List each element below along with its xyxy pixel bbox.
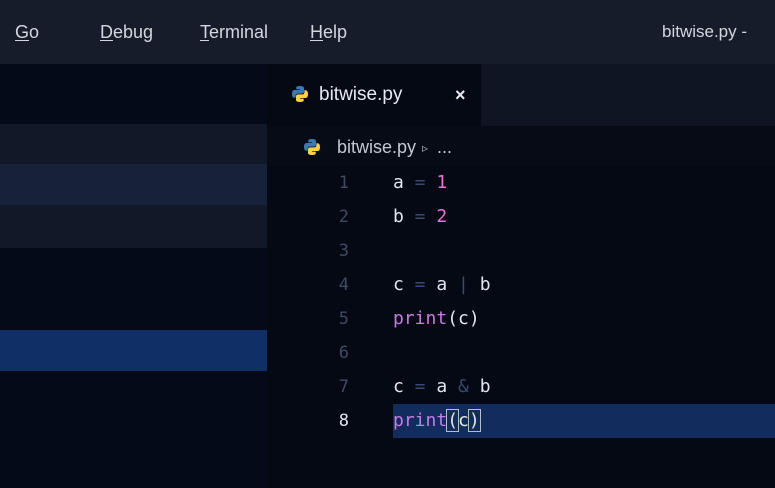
close-icon[interactable]: ×	[455, 83, 466, 107]
code-token: print	[393, 308, 448, 329]
code-line[interactable]: 8 print(c)	[267, 404, 775, 438]
code-token: c	[393, 274, 404, 295]
menu-terminal-mnemonic: T	[200, 22, 209, 42]
code-text: c = a & b	[393, 377, 491, 397]
code-line[interactable]: 2b = 2	[267, 200, 775, 234]
code-token: 2	[436, 206, 448, 227]
window-title: bitwise.py -	[662, 22, 748, 41]
code-token: 1	[436, 172, 448, 193]
line-number: 6	[338, 343, 349, 363]
code-token: print	[393, 410, 448, 431]
code-token: a	[436, 376, 448, 397]
code-line[interactable]: 5 print(c)	[267, 302, 775, 336]
code-text: print(c)	[393, 309, 480, 329]
breadcrumb: bitwise.py ▹ ...	[267, 126, 775, 166]
menu-bar: Go Debug Terminal Help bitwise.py -	[0, 0, 775, 64]
code-token: =	[403, 172, 437, 193]
sidebar-row[interactable]	[0, 124, 267, 164]
breadcrumb-file[interactable]: bitwise.py	[337, 136, 416, 158]
code-token: a	[436, 274, 448, 295]
sidebar-row-selected[interactable]	[0, 330, 267, 371]
code-token: =	[403, 206, 437, 227]
menu-terminal-label: erminal	[209, 22, 269, 42]
code-token: (	[446, 409, 460, 432]
menu-debug-mnemonic: D	[100, 22, 113, 42]
code-token: a	[393, 172, 404, 193]
menu-help-mnemonic: H	[310, 22, 323, 42]
code-text: print(c)	[393, 409, 481, 432]
code-token: b	[393, 206, 404, 227]
line-number: 3	[338, 241, 349, 261]
code-text: b = 2	[393, 207, 447, 227]
menu-help-label: elp	[323, 22, 348, 42]
code-line[interactable]: 1a = 1	[267, 166, 775, 200]
line-number: 4	[338, 275, 349, 295]
line-number: 5	[338, 309, 349, 329]
sidebar	[0, 64, 267, 488]
code-token: c	[393, 376, 404, 397]
code-token: =	[403, 376, 437, 397]
menu-help[interactable]: Help	[310, 21, 347, 43]
line-number: 8	[338, 411, 349, 431]
tab-bitwise-py[interactable]: bitwise.py ×	[267, 64, 481, 126]
menu-go-label: o	[29, 22, 40, 42]
menu-go-mnemonic: G	[15, 22, 30, 42]
code-line[interactable]: 3	[267, 234, 775, 268]
code-token: b	[479, 274, 491, 295]
code-token: |	[447, 274, 480, 295]
code-text: c = a | b	[393, 275, 491, 295]
python-icon	[304, 139, 320, 155]
tab-label: bitwise.py	[319, 84, 403, 105]
code-token: b	[479, 376, 491, 397]
line-number: 1	[338, 173, 349, 193]
chevron-right-icon: ▹	[422, 141, 429, 155]
app-window: Go Debug Terminal Help bitwise.py - bitw…	[0, 0, 775, 488]
breadcrumb-more[interactable]: ...	[437, 136, 452, 158]
line-number: 2	[338, 207, 349, 227]
line-number: 7	[338, 377, 349, 397]
code-token: =	[403, 274, 437, 295]
python-icon	[292, 86, 308, 102]
code-token: c	[458, 410, 469, 431]
tab-bar: bitwise.py ×	[267, 64, 775, 126]
code-line[interactable]: 6	[267, 336, 775, 370]
code-token: &	[447, 376, 480, 397]
menu-debug-label: ebug	[113, 22, 154, 42]
code-token: (c)	[447, 308, 480, 329]
code-text: a = 1	[393, 173, 447, 193]
code-line[interactable]: 4 c = a | b	[267, 268, 775, 302]
sidebar-row[interactable]	[0, 164, 267, 205]
code-line[interactable]: 7 c = a & b	[267, 370, 775, 404]
code-editor[interactable]: 1a = 12b = 234c = a | b 5 print(c) 6 7 c = a …	[267, 166, 775, 488]
menu-terminal[interactable]: Terminal	[200, 21, 268, 43]
code-token: )	[467, 409, 481, 432]
menu-go[interactable]: Go	[15, 21, 39, 43]
menu-debug[interactable]: Debug	[100, 21, 153, 43]
sidebar-row[interactable]	[0, 205, 267, 248]
